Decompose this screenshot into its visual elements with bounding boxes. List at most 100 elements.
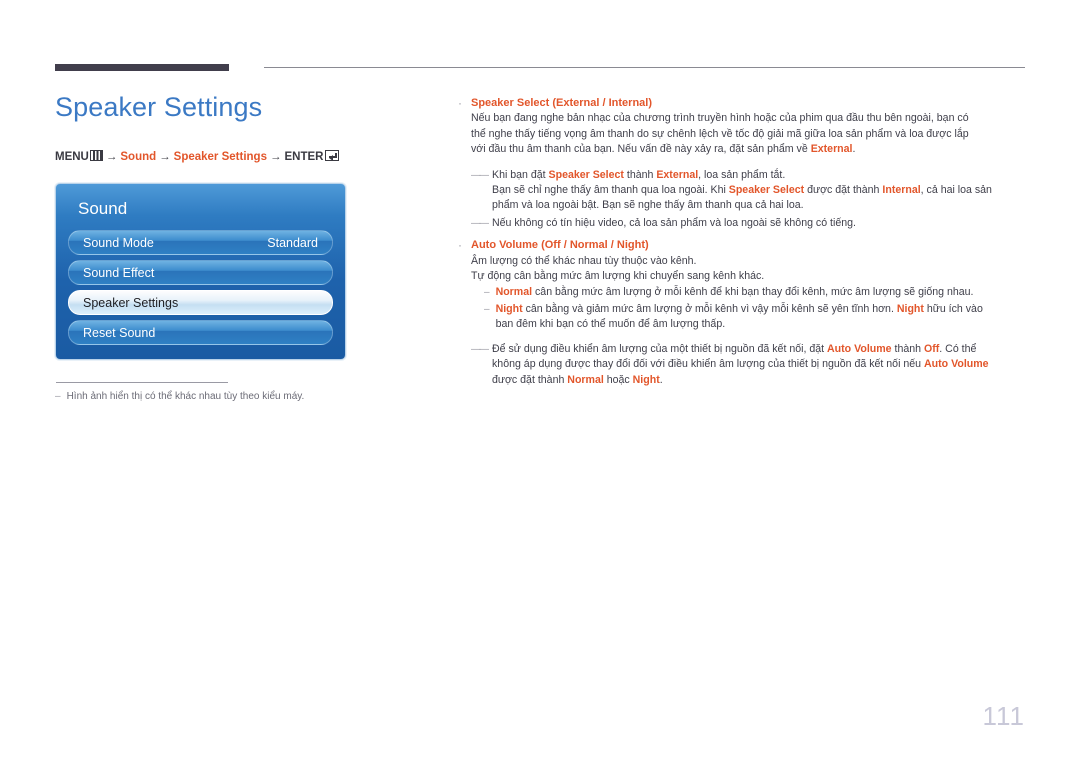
t: , loa sản phẩm tắt. (698, 168, 786, 181)
t: . Có thể (939, 342, 977, 355)
bullet-icon: · (458, 96, 462, 110)
note-auto-volume-source-device: —— Để sử dụng điều khiển âm lượng của mộ… (471, 342, 1026, 388)
paren-close: ) (645, 239, 649, 252)
body-line: Nếu bạn đang nghe bản nhạc của chương tr… (471, 112, 969, 125)
em-dash-marker: —— (471, 343, 489, 355)
inline-term-auto-volume: Auto Volume (924, 358, 989, 371)
inline-term-night: Night (632, 373, 660, 386)
option-separator: / (560, 239, 570, 252)
paren-open: ( (538, 239, 545, 252)
dash-marker: – (484, 287, 490, 299)
body-line: Âm lượng có thể khác nhau tùy thuộc vào … (471, 254, 697, 267)
osd-row-reset-sound[interactable]: Reset Sound (68, 320, 333, 345)
body-line: Tự động cân bằng mức âm lượng khi chuyển… (471, 270, 765, 283)
breadcrumb-arrow-2: → (159, 151, 171, 163)
inline-term-night: Night (495, 302, 523, 315)
t: được đặt thành (804, 184, 883, 197)
breadcrumb-arrow-1: → (105, 151, 118, 163)
em-dash-marker: —— (471, 217, 489, 229)
note-line: không áp dụng được thay đổi đối với điều… (492, 357, 1026, 372)
t: Để sử dụng điều khiển âm lượng của một t… (492, 342, 828, 355)
em-dash-marker: —— (471, 169, 489, 181)
header-rule-thin (264, 67, 1025, 68)
page-title: Speaker Settings (55, 92, 263, 122)
note-line: phẩm và loa ngoài bật. Bạn sẽ nghe thấy … (492, 199, 804, 212)
note-line: Khi bạn đặt Speaker Select thành Externa… (492, 168, 1026, 183)
note-no-video-signal: —— Nếu không có tín hiệu video, cả loa s… (471, 216, 1026, 231)
option-name: Speaker Select (471, 97, 550, 109)
breadcrumb-arrow-3: → (269, 151, 282, 163)
inline-term-external: External (656, 168, 699, 181)
osd-row-label: Sound Effect (83, 265, 155, 280)
sub-note-night: – Night cân bằng và giảm mức âm lượng ở … (484, 302, 1026, 333)
t: thành (891, 342, 924, 355)
footnote-dash: – (55, 391, 61, 402)
note-body: Nếu không có tín hiệu video, cả loa sản … (492, 216, 1026, 231)
page-number: 111 (982, 701, 1025, 731)
t: thành (623, 168, 657, 181)
note-body: Khi bạn đặt Speaker Select thành Externa… (492, 168, 1026, 214)
t: được đặt thành (492, 373, 568, 386)
option-external: External (556, 97, 600, 109)
option-internal: Internal (608, 97, 649, 109)
breadcrumb-menu-label: MENU (55, 151, 89, 163)
t: Khi bạn đặt (492, 168, 549, 181)
note-line: Nếu không có tín hiệu video, cả loa sản … (492, 216, 856, 229)
option-night: Night (616, 239, 645, 252)
t: hữu ích vào (923, 302, 983, 315)
osd-row-speaker-settings[interactable]: Speaker Settings (68, 290, 333, 315)
inline-term-speaker-select: Speaker Select (548, 168, 624, 181)
enter-return-icon (325, 150, 340, 161)
note-speaker-select-behavior: —— Khi bạn đặt Speaker Select thành Exte… (471, 168, 1026, 214)
note-line: Normal cân bằng mức âm lượng ở mỗi kênh … (496, 285, 1026, 300)
sub-note-body: Normal cân bằng mức âm lượng ở mỗi kênh … (496, 285, 1026, 300)
section-body: Nếu bạn đang nghe bản nhạc của chương tr… (471, 111, 1026, 157)
osd-row-value: Standard (267, 235, 318, 250)
sub-note-body: Night cân bằng và giảm mức âm lượng ở mỗ… (496, 302, 1026, 333)
paren-close: ) (648, 97, 653, 109)
left-column: Speaker Settings MENU → Sound → Speaker Sett… (55, 90, 430, 404)
section-heading: Auto Volume (Off / Normal / Night) (471, 238, 649, 253)
osd-row-sound-mode[interactable]: Sound Mode Standard (68, 230, 333, 255)
inline-term-auto-volume: Auto Volume (827, 342, 892, 355)
section-body: Âm lượng có thể khác nhau tùy thuộc vào … (471, 254, 1026, 285)
osd-row-label: Reset Sound (83, 325, 156, 340)
osd-row-label: Sound Mode (83, 235, 154, 250)
body-text: với đầu thu âm thanh của bạn. Nếu vấn đề… (471, 143, 811, 156)
t: không áp dụng được thay đổi đối với điều… (492, 358, 924, 371)
option-name: Auto Volume (471, 239, 539, 252)
option-off: Off (544, 239, 561, 252)
footnote: – Hình ảnh hiển thị có thể khác nhau tùy… (55, 390, 430, 404)
inline-term-normal: Normal (495, 286, 533, 299)
dash-marker: – (484, 303, 490, 315)
sub-note-normal: – Normal cân bằng mức âm lượng ở mỗi kên… (484, 285, 1026, 300)
osd-row-label: Speaker Settings (83, 295, 179, 310)
paren-open: ( (549, 97, 557, 109)
t: hoặc (603, 373, 633, 386)
bullet-heading-row: · Auto Volume (Off / Normal / Night) (456, 238, 1026, 253)
menu-grid-icon (89, 150, 103, 161)
body-text-end: . (852, 143, 856, 156)
inline-term-speaker-select: Speaker Select (728, 184, 805, 197)
bullet-heading-row: · Speaker Select (External / Internal) (456, 96, 1026, 111)
section-speaker-select: · Speaker Select (External / Internal) N… (456, 96, 1026, 158)
inline-term-normal: Normal (567, 373, 604, 386)
breadcrumb-item-sound[interactable]: Sound (120, 151, 156, 163)
option-separator: / (599, 97, 609, 109)
note-line: ban đêm khi bạn có thể muốn để âm lượng … (495, 318, 726, 331)
t: Bạn sẽ chỉ nghe thấy âm thanh qua loa ng… (492, 184, 729, 197)
footnote-rule (56, 382, 228, 383)
osd-menu-title: Sound (78, 199, 128, 218)
section-auto-volume: · Auto Volume (Off / Normal / Night) Âm … (456, 238, 1026, 284)
body-line: thể nghe thấy tiếng vọng âm thanh do sự … (471, 127, 969, 140)
t: cân bằng và giảm mức âm lượng ở mỗi kênh… (522, 302, 897, 315)
t: . (659, 373, 663, 386)
osd-row-sound-effect[interactable]: Sound Effect (68, 260, 333, 285)
note-line: Night cân bằng và giảm mức âm lượng ở mỗ… (496, 302, 1026, 317)
note-line: được đặt thành Normal hoặc Night. (492, 373, 1026, 388)
breadcrumb-item-speaker-settings[interactable]: Speaker Settings (174, 151, 267, 163)
note-line: Để sử dụng điều khiển âm lượng của một t… (492, 342, 1026, 357)
section-heading: Speaker Select (External / Internal) (471, 96, 652, 111)
